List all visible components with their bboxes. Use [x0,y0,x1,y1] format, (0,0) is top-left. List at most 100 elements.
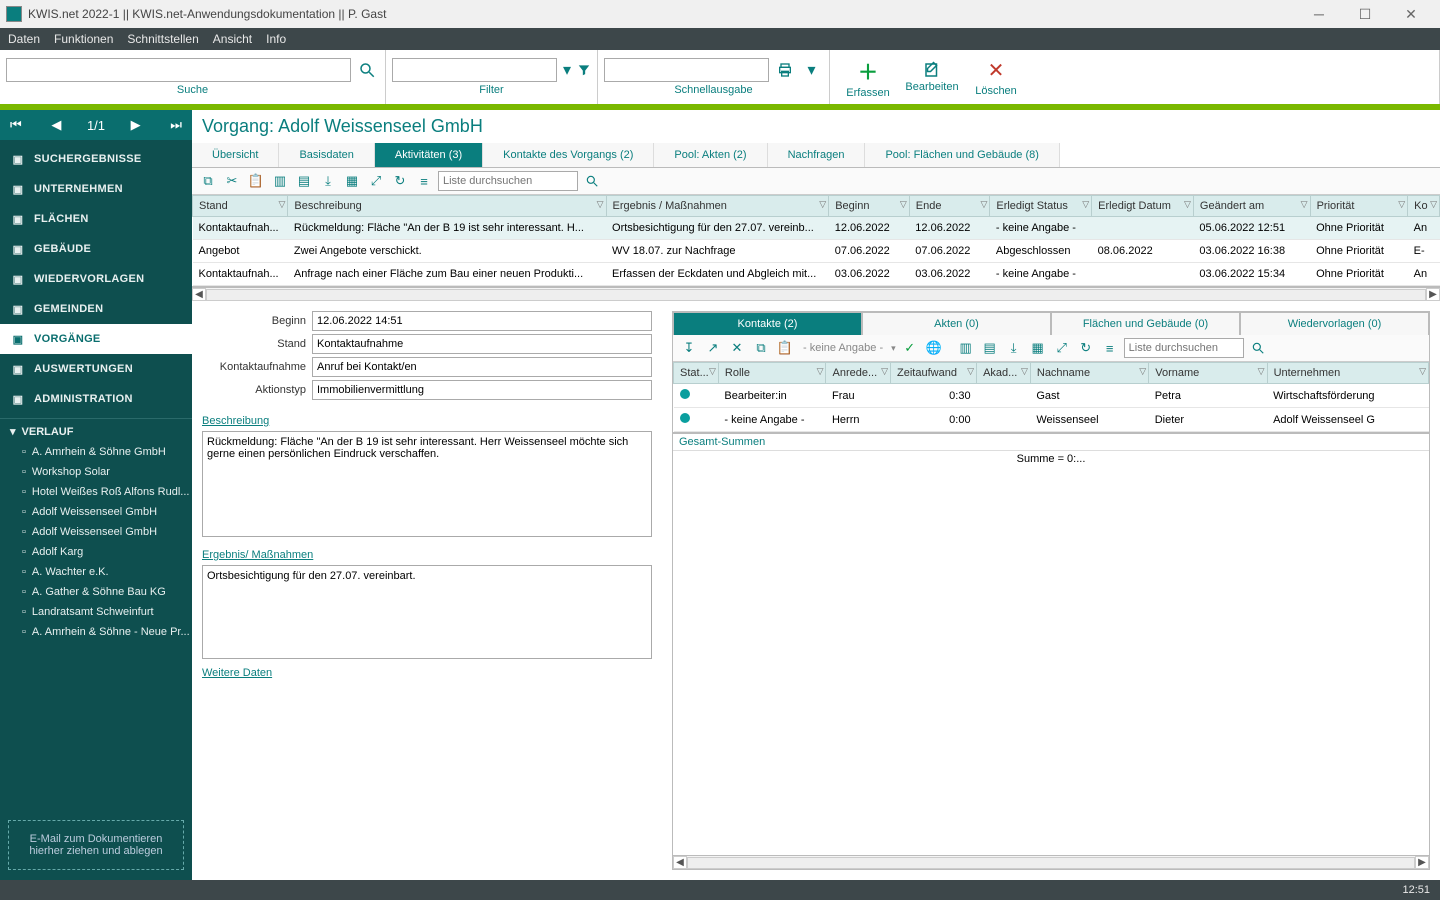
stand-field[interactable] [312,334,652,354]
kontakt-field[interactable] [312,357,652,377]
table-row[interactable]: Kontaktaufnah...Anfrage nach einer Fläch… [193,263,1440,286]
email-dropzone[interactable]: E-Mail zum Dokumentieren hierher ziehen … [8,820,184,870]
aktion-field[interactable] [312,380,652,400]
history-item[interactable]: ▫Workshop Solar [0,462,192,482]
history-item[interactable]: ▫Hotel Weißes Roß Alfons Rudl... [0,482,192,502]
grid-icon[interactable]: ▦ [342,171,362,191]
list-search-icon[interactable] [582,171,602,191]
col-header[interactable]: Priorität▽ [1310,196,1408,217]
sidebar-item-wiedervorlagen[interactable]: ▣WIEDERVORLAGEN [0,264,192,294]
contacts-search-input[interactable] [1124,338,1244,358]
sidebar-item-vorgänge[interactable]: ▣VORGÄNGE [0,324,192,354]
layout-icon[interactable]: ▤ [294,171,314,191]
check-icon[interactable]: ✓ [900,338,920,358]
paste-icon[interactable]: 📋 [246,171,266,191]
list-icon[interactable]: ≡ [414,171,434,191]
beschreibung-textarea[interactable] [202,431,652,537]
filter-input[interactable] [392,58,557,82]
tab-1[interactable]: Basisdaten [279,143,374,167]
col-header[interactable]: Beschreibung▽ [288,196,606,217]
copy-icon[interactable]: ⧉ [198,171,218,191]
col-header[interactable]: Geändert am▽ [1193,196,1310,217]
col-header[interactable]: Unternehmen▽ [1267,363,1428,384]
list2-icon[interactable]: ≡ [1100,338,1120,358]
table-row[interactable]: Kontaktaufnah...Rückmeldung: Fläche "An … [193,217,1440,240]
history-item[interactable]: ▫Adolf Weissenseel GmbH [0,502,192,522]
menu-ansicht[interactable]: Ansicht [213,32,252,46]
filter-icon[interactable]: ▾ [561,58,573,82]
weitere-daten-link[interactable]: Weitere Daten [202,667,652,679]
minimize-button[interactable]: ─ [1296,0,1342,28]
grid2-icon[interactable]: ▦ [1028,338,1048,358]
quickoutput-dropdown-icon[interactable]: ▾ [800,58,823,82]
col-header[interactable]: Stat...▽ [674,363,719,384]
layout2-icon[interactable]: ▤ [980,338,1000,358]
tab-3[interactable]: Kontakte des Vorgangs (2) [483,143,654,167]
filter-dropdown-icon[interactable] [577,58,591,82]
col-header[interactable]: Vorname▽ [1149,363,1267,384]
nav-next-icon[interactable]: ▶ [127,117,145,133]
sidebar-item-unternehmen[interactable]: ▣UNTERNEHMEN [0,174,192,204]
export-excel-icon[interactable]: ⤓ [318,171,338,191]
col-header[interactable]: Beginn▽ [829,196,910,217]
sidebar-item-auswertungen[interactable]: ▣AUSWERTUNGEN [0,354,192,384]
list-search-input[interactable] [438,171,578,191]
close-button[interactable]: ✕ [1388,0,1434,28]
sidebar-item-flächen[interactable]: ▣FLÄCHEN [0,204,192,234]
contact-dropdown[interactable]: - keine Angabe - [799,342,887,354]
nav-last-icon[interactable]: ⏭ [166,117,186,133]
ergebnis-textarea[interactable] [202,565,652,659]
link-contact-icon[interactable]: ↗ [703,338,723,358]
tab-6[interactable]: Pool: Flächen und Gebäude (8) [865,143,1060,167]
contacts-tab-1[interactable]: Akten (0) [862,312,1051,335]
maximize-button[interactable]: ☐ [1342,0,1388,28]
history-item[interactable]: ▫A. Amrhein & Söhne - Neue Pr... [0,622,192,642]
sidebar-item-gebäude[interactable]: ▣GEBÄUDE [0,234,192,264]
col-header[interactable]: Nachname▽ [1030,363,1148,384]
copy2-icon[interactable]: ⧉ [751,338,771,358]
globe-icon[interactable]: 🌐 [924,338,944,358]
history-item[interactable]: ▫A. Amrhein & Söhne GmbH [0,442,192,462]
history-item[interactable]: ▫Adolf Weissenseel GmbH [0,522,192,542]
paste2-icon[interactable]: 📋 [775,338,795,358]
table-row[interactable]: AngebotZwei Angebote verschickt.WV 18.07… [193,240,1440,263]
history-item[interactable]: ▫Adolf Karg [0,542,192,562]
tab-4[interactable]: Pool: Akten (2) [654,143,767,167]
print-icon[interactable] [773,58,796,82]
tab-5[interactable]: Nachfragen [768,143,866,167]
nav-first-icon[interactable]: ⏮ [6,117,26,133]
col-header[interactable]: Ende▽ [909,196,990,217]
nav-prev-icon[interactable]: ◀ [47,117,65,133]
refresh-icon[interactable]: ↻ [390,171,410,191]
tab-2[interactable]: Aktivitäten (3) [375,143,483,167]
col-header[interactable]: Erledigt Status▽ [990,196,1092,217]
history-item[interactable]: ▫A. Wachter e.K. [0,562,192,582]
columns2-icon[interactable]: ▥ [956,338,976,358]
col-header[interactable]: Anrede...▽ [826,363,891,384]
sidebar-item-administration[interactable]: ▣ADMINISTRATION [0,384,192,414]
tab-0[interactable]: Übersicht [192,143,279,167]
contacts-scrollbar[interactable]: ◀▶ [673,855,1429,869]
contacts-tab-3[interactable]: Wiedervorlagen (0) [1240,312,1429,335]
cut-icon[interactable]: ✂ [222,171,242,191]
table-row[interactable]: - keine Angabe -Herrn0:00WeissenseelDiet… [674,408,1429,432]
menu-schnittstellen[interactable]: Schnittstellen [127,32,198,46]
col-header[interactable]: Stand▽ [193,196,288,217]
erfassen-button[interactable]: ＋ Erfassen [836,56,900,99]
col-header[interactable]: Ko▽ [1408,196,1440,217]
refresh2-icon[interactable]: ↻ [1076,338,1096,358]
search-input[interactable] [6,58,351,82]
expand2-icon[interactable]: ⤢ [1052,338,1072,358]
contacts-tab-2[interactable]: Flächen und Gebäude (0) [1051,312,1240,335]
menu-funktionen[interactable]: Funktionen [54,32,113,46]
contacts-search-icon[interactable] [1248,338,1268,358]
col-header[interactable]: Akad...▽ [977,363,1031,384]
sidebar-item-suchergebnisse[interactable]: ▣SUCHERGEBNISSE [0,144,192,174]
history-item[interactable]: ▫A. Gather & Söhne Bau KG [0,582,192,602]
contacts-tab-0[interactable]: Kontakte (2) [673,312,862,335]
bearbeiten-button[interactable]: Bearbeiten [900,61,964,93]
history-item[interactable]: ▫Landratsamt Schweinfurt [0,602,192,622]
expand-icon[interactable]: ⤢ [366,171,386,191]
col-header[interactable]: Zeitaufwand▽ [891,363,977,384]
loeschen-button[interactable]: ✕ Löschen [964,58,1028,97]
